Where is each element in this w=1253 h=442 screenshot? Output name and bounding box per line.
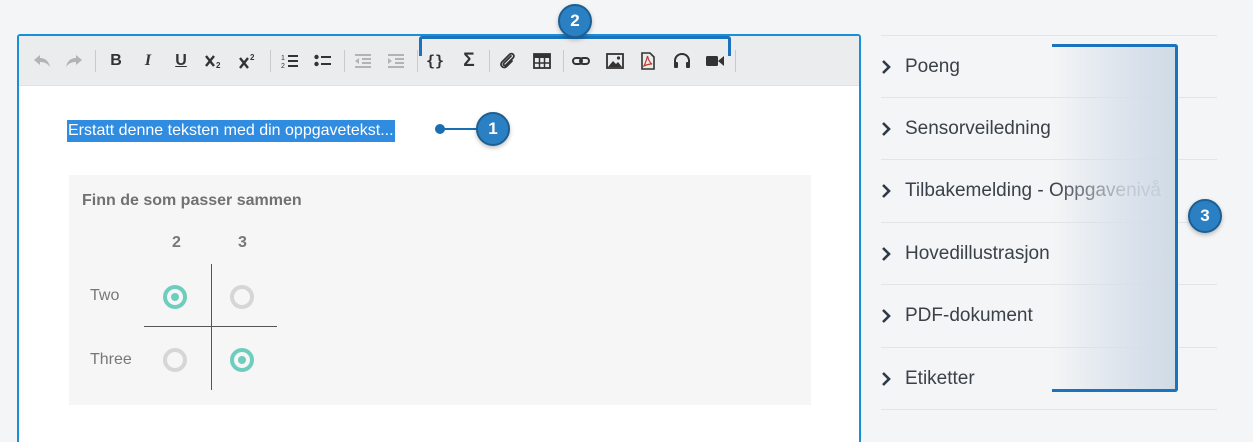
callout-1-line: [440, 128, 478, 130]
panel-item-sensorveiledning[interactable]: Sensorveiledning: [881, 97, 1217, 159]
subscript-icon[interactable]: 2: [202, 50, 226, 72]
panel-item-label: Sensorveiledning: [905, 117, 1051, 139]
undo-icon[interactable]: [30, 50, 54, 72]
callout-badge-3: 3: [1188, 199, 1222, 233]
column-header: 2: [172, 234, 181, 251]
panel-item-pdf-dokument[interactable]: PDF-dokument: [881, 284, 1217, 346]
panel-item-label: Hovedillustrasjon: [905, 242, 1050, 264]
chevron-right-icon: [881, 121, 905, 136]
grid-divider-vertical: [211, 264, 212, 390]
svg-text:2: 2: [216, 61, 221, 69]
callout-2-bracket: [419, 36, 731, 56]
panel-item-label: PDF-dokument: [905, 304, 1033, 326]
chevron-right-icon: [881, 59, 905, 74]
chevron-right-icon: [881, 371, 905, 386]
bullet-list-icon[interactable]: [311, 50, 335, 72]
column-header: 3: [238, 234, 247, 251]
chevron-right-icon: [881, 183, 905, 198]
panel-item-etiketter[interactable]: Etiketter: [881, 347, 1217, 409]
match-question-title: Finn de som passer sammen: [82, 192, 302, 209]
row-header: Three: [90, 351, 132, 368]
row-header: Two: [90, 287, 120, 304]
superscript-icon[interactable]: 2: [236, 50, 260, 72]
outdent-icon[interactable]: [351, 50, 375, 72]
svg-text:2: 2: [250, 53, 255, 62]
panel-item-tilbakemelding[interactable]: Tilbakemelding - Oppgavenivå: [881, 159, 1217, 221]
callout-badge-2: 2: [558, 4, 592, 38]
panel-item-poeng[interactable]: Poeng: [881, 35, 1217, 97]
redo-icon[interactable]: [62, 50, 86, 72]
match-question: Finn de som passer sammen 2 3 Two Three: [69, 175, 811, 405]
task-text-placeholder[interactable]: Erstatt denne teksten med din oppgavetek…: [67, 120, 395, 142]
callout-badge-1: 1: [476, 112, 510, 146]
panel-item-label: Etiketter: [905, 367, 975, 389]
bold-button[interactable]: B: [104, 50, 128, 72]
radio-three-3[interactable]: [230, 348, 254, 372]
panel-item-hovedillustrasjon[interactable]: Hovedillustrasjon: [881, 222, 1217, 284]
radio-two-2[interactable]: [163, 285, 187, 309]
underline-button[interactable]: U: [169, 50, 193, 72]
grid-divider-horizontal: [144, 326, 277, 327]
chevron-right-icon: [881, 308, 905, 323]
svg-text:2: 2: [281, 63, 285, 69]
italic-button[interactable]: I: [136, 50, 160, 72]
indent-icon[interactable]: [384, 50, 408, 72]
svg-text:1: 1: [281, 55, 285, 62]
question-editor[interactable]: B I U 2 2 12 {} Σ Erstatt denne teksten …: [17, 34, 861, 442]
chevron-right-icon: [881, 246, 905, 261]
radio-two-3[interactable]: [230, 285, 254, 309]
panel-item-label: Tilbakemelding - Oppgavenivå: [905, 179, 1161, 201]
numbered-list-icon[interactable]: 12: [278, 50, 302, 72]
radio-three-2[interactable]: [163, 348, 187, 372]
panel-item-label: Poeng: [905, 55, 960, 77]
panel-divider: [881, 409, 1217, 410]
